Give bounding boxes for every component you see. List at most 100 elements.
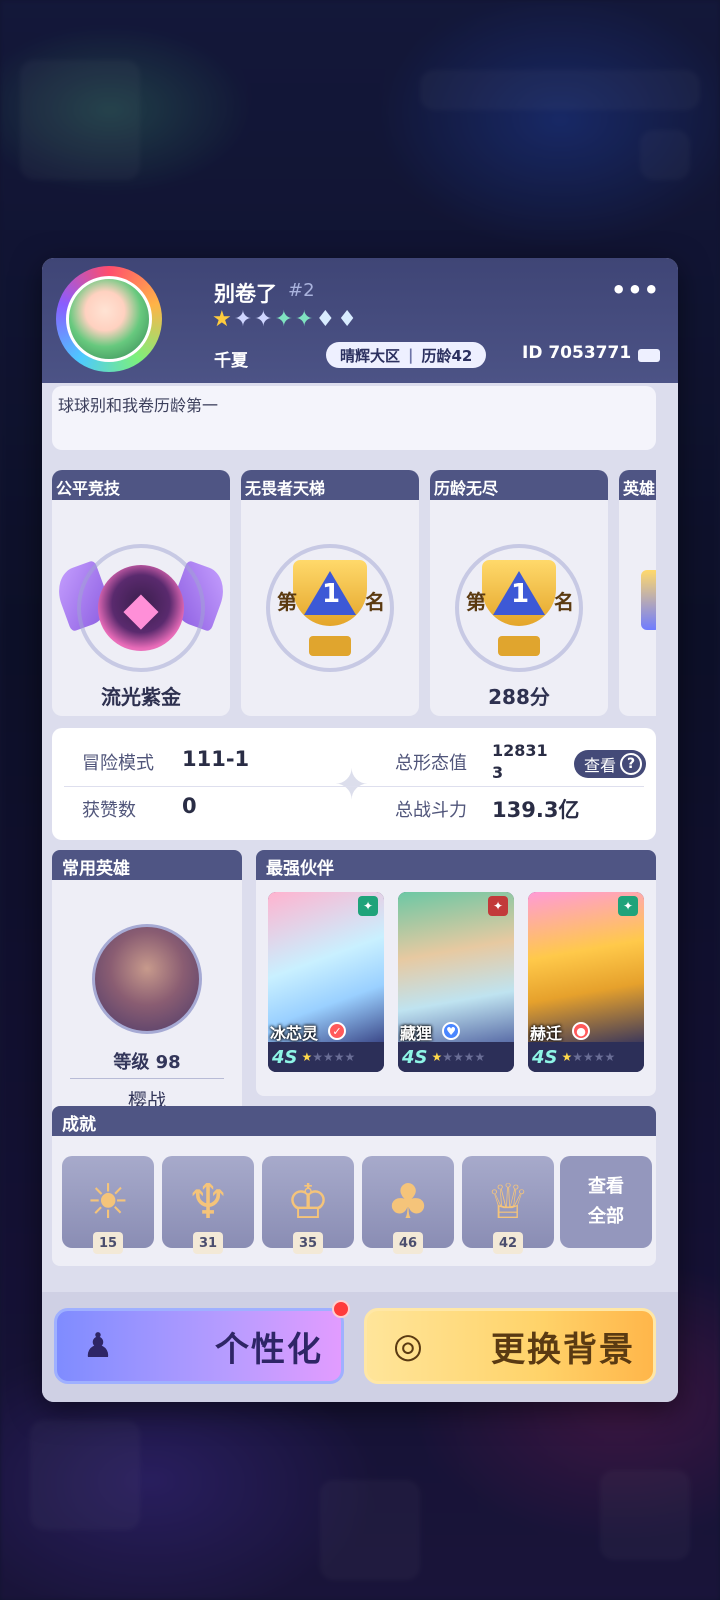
- sun-medal-icon: ☀: [86, 1174, 130, 1230]
- profile-panel: 别卷了 #2 ••• ★ ✦ ✦ ✦ ✦ ♦ ♦ 千夏 晴辉大区 | 历龄42 …: [42, 258, 678, 1402]
- diamond-star-icon: ✦: [254, 307, 273, 332]
- achievement-badge[interactable]: ☀ 15: [62, 1156, 154, 1254]
- bio-text[interactable]: 球球别和我卷历龄第一: [52, 386, 656, 450]
- hero-portrait[interactable]: [92, 924, 202, 1034]
- common-hero-card[interactable]: 等级 98 樱战: [52, 880, 242, 1126]
- action-footer: ♟ 个性化 ◎ 更换背景: [42, 1292, 678, 1402]
- more-options-icon[interactable]: •••: [611, 276, 660, 304]
- achievement-badge[interactable]: ♣ 46: [362, 1156, 454, 1254]
- achievements-panel: ☀ 15 ♆ 31 ♔ 35 ♣ 46 ♕ 42 查看 全部: [52, 1136, 656, 1266]
- partners-heading: 最强伙伴: [256, 850, 656, 880]
- change-background-button[interactable]: ◎ 更换背景: [364, 1308, 656, 1384]
- personalize-button[interactable]: ♟ 个性化: [54, 1308, 344, 1384]
- view-details-button[interactable]: 查看 ?: [573, 750, 646, 778]
- partner-name: 赫迁: [530, 1024, 563, 1043]
- trophy-prefix: 第: [277, 590, 297, 614]
- partner-stars: ★★★★★: [301, 1050, 356, 1064]
- partner-grade-bar: 4S ★★★★★: [398, 1042, 514, 1072]
- likes-label: 获赞数: [82, 800, 136, 821]
- copy-id-icon[interactable]: [638, 349, 660, 362]
- profile-header: 别卷了 #2 ••• ★ ✦ ✦ ✦ ✦ ♦ ♦ 千夏 晴辉大区 | 历龄42 …: [42, 258, 678, 383]
- partner-card[interactable]: ✦ 藏狸 ♥ 4S ★★★★★: [398, 892, 514, 1072]
- trophy-number: 1: [322, 579, 341, 609]
- rank-carousel[interactable]: 公平竞技 ◆ 流光紫金 无畏者天梯 1 第 名 历龄无尽 1 第 名 288分 …: [52, 470, 656, 718]
- change-background-label: 更换背景: [491, 1329, 635, 1370]
- partner-grade-bar: 4S ★★★★★: [268, 1042, 384, 1072]
- rank-card-fair-competition[interactable]: 公平竞技 ◆ 流光紫金: [52, 470, 230, 716]
- trophy-number: 1: [511, 579, 530, 609]
- partner-card[interactable]: ✦ 冰芯灵 ✓ 4S ★★★★★: [268, 892, 384, 1072]
- partner-name: 藏狸: [400, 1024, 433, 1043]
- green-star-icon: ✦: [295, 307, 314, 332]
- tree-medal-icon: ♣: [386, 1174, 430, 1230]
- divider: [70, 1078, 224, 1079]
- achievement-badge[interactable]: ♔ 35: [262, 1156, 354, 1254]
- achievement-count: 35: [293, 1232, 323, 1254]
- trophy-suffix: 名: [365, 590, 385, 614]
- element-icon: ♥: [442, 1022, 460, 1040]
- notification-dot: [332, 1300, 350, 1318]
- royal-crown-icon: ♕: [486, 1174, 530, 1230]
- rank-card-endless[interactable]: 历龄无尽 1 第 名 288分: [430, 470, 608, 716]
- trophy-prefix: 第: [466, 590, 486, 614]
- total-form-label: 总形态值: [395, 753, 467, 774]
- sparkle-icon: ✦: [334, 760, 370, 809]
- avatar[interactable]: [56, 266, 162, 372]
- purple-gem-emblem-icon: ◆: [77, 544, 205, 672]
- divider: [64, 786, 644, 787]
- view-details-label: 查看: [583, 756, 616, 775]
- class-badge-icon: ✦: [618, 896, 638, 916]
- partner-stars: ★★★★★: [431, 1050, 486, 1064]
- common-hero-heading: 常用英雄: [52, 850, 242, 880]
- rank-card-title: 英雄: [619, 470, 656, 500]
- power-label: 总战斗力: [395, 800, 467, 821]
- rank-stars: ★ ✦ ✦ ✦ ✦ ♦ ♦: [212, 308, 357, 332]
- achievement-badge[interactable]: ♕ 42: [462, 1156, 554, 1254]
- player-title: 千夏: [214, 351, 248, 371]
- player-tag: #2: [288, 280, 315, 301]
- achievement-count: 15: [93, 1232, 123, 1254]
- partner-card[interactable]: ✦ 赫迁 ● 4S ★★★★★: [528, 892, 644, 1072]
- partner-grade-bar: 4S ★★★★★: [528, 1042, 644, 1072]
- achievement-count: 46: [393, 1232, 423, 1254]
- partner-stars: ★★★★★: [561, 1050, 616, 1064]
- partner-grade: 4S: [402, 1046, 428, 1068]
- power-value: 139.3亿: [492, 798, 580, 822]
- rank-card-title: 无畏者天梯: [241, 470, 419, 500]
- rank-card-title: 历龄无尽: [430, 470, 608, 500]
- class-badge-icon: ✦: [488, 896, 508, 916]
- view-all-line1: 查看: [588, 1176, 624, 1197]
- total-form-value: 128313: [492, 741, 548, 782]
- avatar-image: [66, 276, 152, 362]
- hero-level: 等级 98: [113, 1052, 181, 1073]
- class-badge-icon: ✦: [358, 896, 378, 916]
- element-icon: ✓: [328, 1022, 346, 1040]
- fan-medal-icon: ♆: [186, 1174, 230, 1230]
- circle-target-icon: ◎: [393, 1326, 423, 1366]
- rank-card-hero[interactable]: 英雄: [619, 470, 656, 716]
- green-star-icon: ✦: [274, 307, 294, 332]
- diamond-icon: ♦: [315, 307, 336, 332]
- player-nickname: 别卷了: [214, 282, 277, 306]
- rank-card-title: 公平竞技: [52, 470, 230, 500]
- user-icon: ♟: [82, 1326, 114, 1366]
- achievement-badge[interactable]: ♆ 31: [162, 1156, 254, 1254]
- adventure-value: 111-1: [182, 747, 250, 771]
- diamond-star-icon: ✦: [233, 307, 253, 332]
- adventure-label: 冒险模式: [82, 753, 154, 774]
- rank-card-ladder[interactable]: 无畏者天梯 1 第 名: [241, 470, 419, 716]
- trophy-suffix: 名: [554, 590, 574, 614]
- gold-star-icon: ★: [212, 307, 232, 332]
- help-icon: ?: [620, 753, 642, 775]
- stats-card: ✦ 冒险模式 111-1 总形态值 128313 查看 ? 获赞数 0 总战斗力…: [52, 728, 656, 840]
- view-all-achievements-button[interactable]: 查看 全部: [560, 1156, 652, 1248]
- server-pill: 晴辉大区 | 历龄42: [326, 342, 487, 368]
- server-name: 晴辉大区: [340, 346, 401, 365]
- partner-grade: 4S: [532, 1046, 558, 1068]
- partner-name: 冰芯灵: [270, 1024, 319, 1043]
- partners-panel: ✦ 冰芯灵 ✓ 4S ★★★★★ ✦ 藏狸 ♥ 4S ★★★★★ ✦ 赫迁 ● …: [256, 880, 656, 1096]
- achievements-heading: 成就: [52, 1106, 656, 1136]
- view-all-line2: 全部: [588, 1206, 624, 1227]
- likes-value: 0: [182, 794, 197, 818]
- achievement-count: 31: [193, 1232, 223, 1254]
